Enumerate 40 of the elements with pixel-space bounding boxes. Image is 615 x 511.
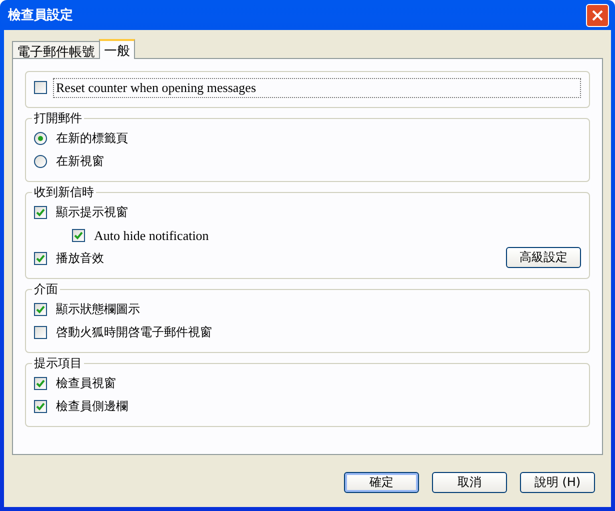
check-icon [36, 208, 45, 217]
option-label: 顯示狀態欄圖示 [55, 301, 141, 318]
check-icon [36, 305, 45, 314]
option-label: Reset counter when opening messages [53, 78, 581, 98]
option-label: 檢查員側邊欄 [55, 398, 129, 415]
option-label: 啓動火狐時開啓電子郵件視窗 [55, 324, 213, 341]
option-label: Auto hide notification [93, 226, 210, 244]
option-label: 在新的標籤頁 [55, 130, 129, 147]
check-icon [36, 402, 45, 411]
close-button[interactable] [586, 4, 609, 26]
check-icon [36, 379, 45, 388]
check-icon [74, 231, 83, 240]
dialog-button[interactable]: 確定 [344, 472, 419, 493]
close-icon [592, 10, 603, 20]
window-title: 檢查員設定 [8, 6, 73, 24]
checkbox[interactable] [34, 377, 47, 390]
group-title: 介面 [32, 281, 60, 298]
option-label: 顯示提示視窗 [55, 204, 129, 221]
dialog-button[interactable]: 說明 (H) [520, 472, 595, 493]
check-icon [36, 254, 45, 263]
option-label: 播放音效 [55, 250, 105, 267]
group-title: 收到新信時 [32, 184, 96, 201]
group-title: 打開郵件 [32, 110, 84, 127]
radio-button[interactable] [34, 155, 47, 168]
group-title: 提示項目 [32, 355, 84, 372]
radio-dot-icon [38, 136, 43, 141]
checkbox[interactable] [72, 229, 85, 242]
checkbox[interactable] [34, 252, 47, 265]
dialog-button[interactable]: 取消 [432, 472, 507, 493]
radio-button[interactable] [34, 132, 47, 145]
checkbox[interactable] [34, 326, 47, 339]
option-label: 檢查員視窗 [55, 375, 117, 392]
tab[interactable]: 一般 [99, 39, 135, 59]
checkbox[interactable] [34, 303, 47, 316]
checkbox[interactable] [34, 400, 47, 413]
advanced-settings-button[interactable]: 高級設定 [506, 247, 581, 268]
checkbox[interactable] [34, 206, 47, 219]
option-label: 在新視窗 [55, 153, 105, 170]
tab[interactable]: 電子郵件帳號 [12, 41, 100, 58]
checkbox[interactable] [34, 81, 47, 94]
